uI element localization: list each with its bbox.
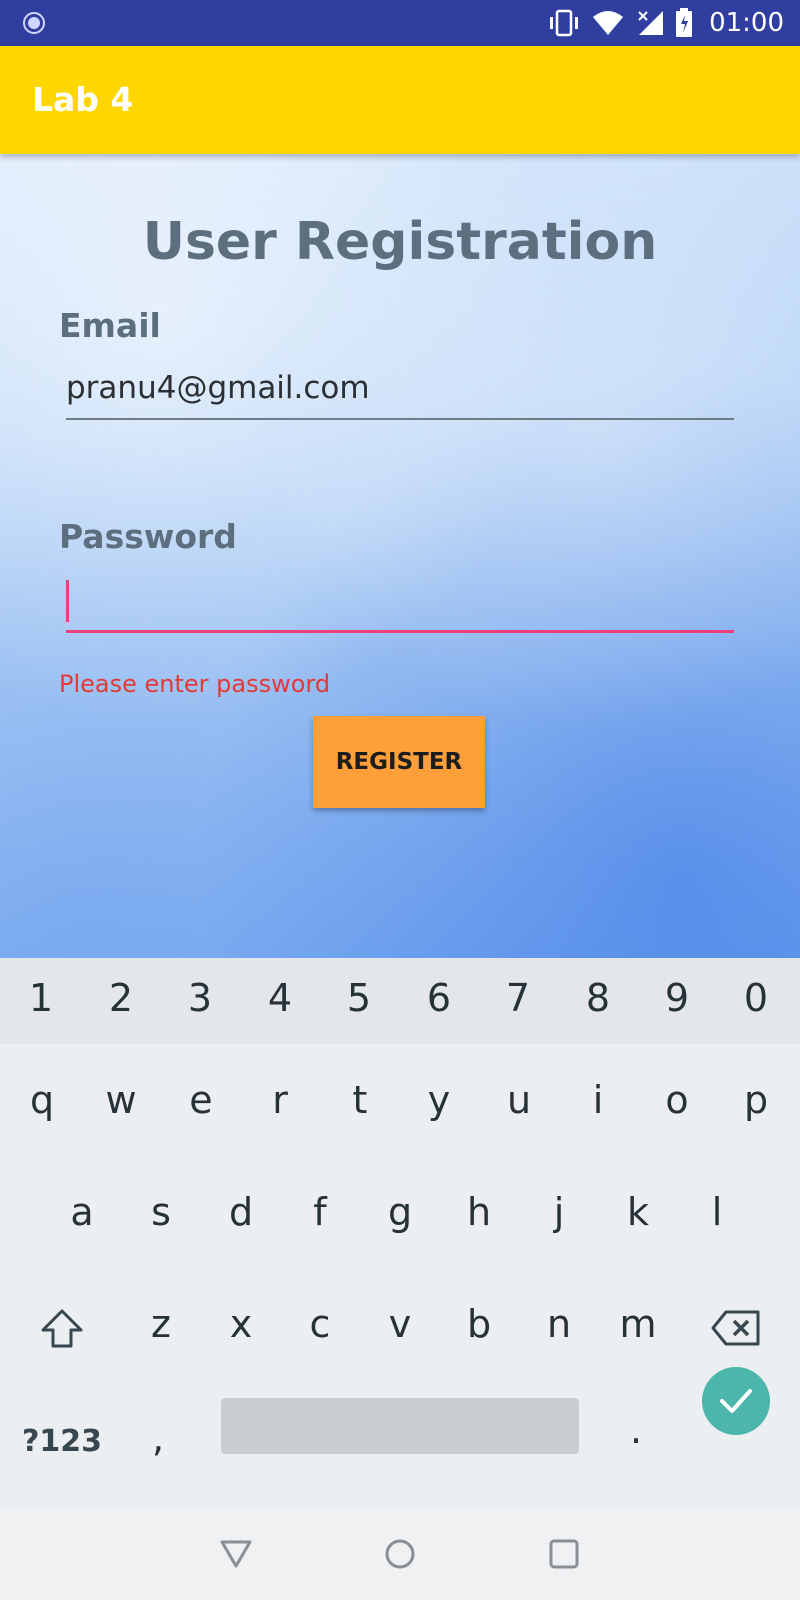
password-field[interactable]	[66, 574, 734, 633]
checkmark-icon	[720, 1389, 752, 1413]
signal-icon	[638, 11, 664, 35]
key-l[interactable]: l	[687, 1190, 747, 1234]
key-a[interactable]: a	[52, 1190, 112, 1234]
key-j[interactable]: j	[529, 1190, 589, 1234]
key-b[interactable]: b	[449, 1302, 509, 1346]
key-f[interactable]: f	[290, 1190, 350, 1234]
key-h[interactable]: h	[449, 1190, 509, 1234]
app-bar: Lab 4	[0, 46, 800, 154]
key-x[interactable]: x	[211, 1302, 271, 1346]
key-i[interactable]: i	[568, 1078, 628, 1122]
password-error: Please enter password	[59, 670, 331, 698]
backspace-icon	[711, 1310, 760, 1346]
soft-keyboard: 1 2 3 4 5 6 7 8 9 0 q w e r t y u i o p …	[0, 958, 800, 1508]
key-q[interactable]: q	[12, 1078, 72, 1122]
key-9[interactable]: 9	[647, 976, 707, 1020]
recents-icon[interactable]	[547, 1538, 581, 1570]
comma-key[interactable]: ,	[152, 1416, 164, 1460]
key-c[interactable]: c	[290, 1302, 350, 1346]
key-0[interactable]: 0	[726, 976, 786, 1020]
key-s[interactable]: s	[131, 1190, 191, 1234]
app-notification-icon	[23, 12, 45, 34]
shift-icon	[41, 1309, 83, 1348]
page-title: User Registration	[142, 212, 658, 272]
key-r[interactable]: r	[250, 1078, 310, 1122]
email-label: Email	[59, 306, 161, 345]
clock: 01:00	[709, 8, 784, 38]
home-icon[interactable]	[383, 1538, 417, 1570]
key-2[interactable]: 2	[91, 976, 151, 1020]
key-1[interactable]: 1	[11, 976, 71, 1020]
email-value: pranu4@gmail.com	[66, 370, 370, 406]
keyboard-row-4: ?123 , .	[0, 1367, 800, 1498]
wifi-icon	[593, 11, 624, 35]
app-title: Lab 4	[32, 80, 134, 119]
register-button[interactable]: REGISTER	[313, 716, 485, 808]
key-4[interactable]: 4	[250, 976, 310, 1020]
key-z[interactable]: z	[131, 1302, 191, 1346]
symbols-key[interactable]: ?123	[22, 1424, 102, 1459]
navigation-bar	[0, 1508, 800, 1600]
key-o[interactable]: o	[647, 1078, 707, 1122]
key-e[interactable]: e	[171, 1078, 231, 1122]
text-cursor	[66, 580, 69, 622]
key-8[interactable]: 8	[568, 976, 628, 1020]
key-d[interactable]: d	[211, 1190, 271, 1234]
key-w[interactable]: w	[91, 1078, 151, 1122]
key-3[interactable]: 3	[170, 976, 230, 1020]
key-y[interactable]: y	[409, 1078, 469, 1122]
space-bar[interactable]	[221, 1398, 579, 1454]
key-u[interactable]: u	[489, 1078, 549, 1122]
back-icon[interactable]	[219, 1538, 253, 1570]
key-p[interactable]: p	[726, 1078, 786, 1122]
period-key[interactable]: .	[630, 1408, 642, 1452]
status-bar: 01:00	[0, 0, 800, 46]
password-label: Password	[59, 517, 237, 556]
keyboard-number-row: 1 2 3 4 5 6 7 8 9 0	[0, 958, 800, 1044]
key-6[interactable]: 6	[409, 976, 469, 1020]
backspace-key[interactable]	[706, 1308, 766, 1357]
battery-icon	[676, 8, 693, 37]
key-n[interactable]: n	[529, 1302, 589, 1346]
email-field[interactable]: pranu4@gmail.com	[66, 366, 734, 420]
key-k[interactable]: k	[608, 1190, 668, 1234]
key-t[interactable]: t	[330, 1078, 390, 1122]
key-5[interactable]: 5	[329, 976, 389, 1020]
enter-key[interactable]	[702, 1367, 770, 1435]
vibrate-icon	[550, 9, 579, 37]
key-7[interactable]: 7	[488, 976, 548, 1020]
key-m[interactable]: m	[608, 1302, 668, 1346]
key-v[interactable]: v	[370, 1302, 430, 1346]
registration-form: User Registration Email pranu4@gmail.com…	[0, 154, 800, 958]
shift-key[interactable]	[32, 1308, 92, 1359]
key-g[interactable]: g	[370, 1190, 430, 1234]
